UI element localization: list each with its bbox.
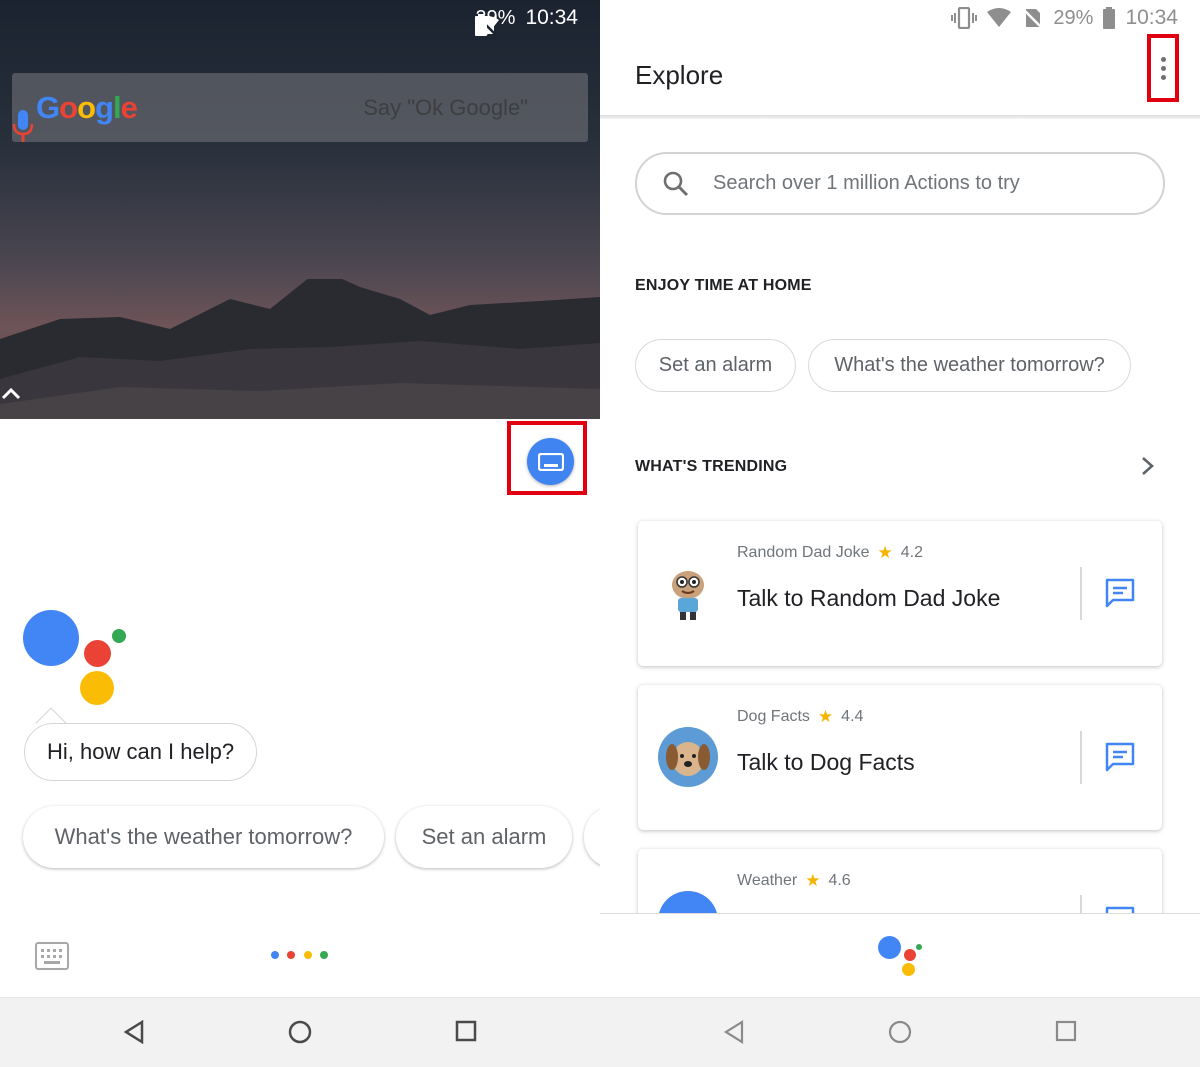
chat-icon[interactable] <box>1104 741 1136 773</box>
battery-icon <box>475 14 488 36</box>
card-divider <box>1080 731 1082 784</box>
back-icon[interactable] <box>723 1020 745 1044</box>
assistant-panel: 29% 10:34 Google Say "Ok Google" Hi, how… <box>0 0 600 1067</box>
search-placeholder: Search over 1 million Actions to try <box>713 172 1020 194</box>
status-bar: 29% 10:34 <box>475 0 578 36</box>
back-icon[interactable] <box>123 1020 145 1044</box>
google-logo: Google <box>36 89 138 125</box>
star-icon: ★ <box>877 543 893 562</box>
battery-percent: 29% <box>1053 6 1094 29</box>
google-search-widget[interactable]: Google Say "Ok Google" <box>12 73 588 142</box>
keyboard-icon <box>537 452 564 471</box>
recents-icon[interactable] <box>455 1020 477 1042</box>
wifi-icon <box>987 8 1012 27</box>
actions-search-input[interactable]: Search over 1 million Actions to try <box>635 152 1165 215</box>
action-card-dad-joke[interactable]: Random Dad Joke ★ 4.2 Talk to Random Dad J… <box>638 521 1162 666</box>
card-divider <box>1080 567 1082 620</box>
dog-facts-avatar <box>658 727 718 787</box>
search-icon <box>663 171 689 196</box>
mic-icon[interactable] <box>12 110 34 142</box>
action-meta: Dog Facts ★ 4.4 <box>737 707 864 726</box>
suggestion-chip-alarm[interactable]: Set an alarm <box>396 806 572 868</box>
vibrate-icon <box>951 7 978 29</box>
clock: 10:34 <box>1125 6 1178 29</box>
page-title: Explore <box>635 60 724 90</box>
battery-icon <box>1103 7 1116 29</box>
dad-joke-avatar <box>672 571 704 620</box>
star-icon: ★ <box>805 871 821 890</box>
clock: 10:34 <box>525 6 578 29</box>
chevron-right-icon[interactable] <box>1140 455 1156 477</box>
explore-panel: 29% 10:34 Explore Search over 1 million … <box>600 0 1200 1067</box>
star-icon: ★ <box>817 707 834 726</box>
explore-chip-alarm[interactable]: Set an alarm <box>635 339 796 392</box>
chevron-up-icon[interactable] <box>0 386 22 400</box>
status-bar: 29% 10:34 <box>951 0 1178 36</box>
assistant-greeting-bubble: Hi, how can I help? <box>24 723 258 781</box>
voice-search-hint: Say "Ok Google" <box>363 94 528 120</box>
section-heading-home: ENJOY TIME AT HOME <box>635 277 812 294</box>
system-nav-bar <box>600 997 1200 1067</box>
keyboard-toggle-button[interactable] <box>527 438 574 485</box>
suggestion-chip-weather[interactable]: What's the weather tomorrow? <box>23 806 384 868</box>
section-heading-trending: WHAT'S TRENDING <box>635 458 788 475</box>
action-meta: Random Dad Joke ★ 4.2 <box>737 543 924 562</box>
explore-chip-weather[interactable]: What's the weather tomorrow? <box>808 339 1131 392</box>
header-divider <box>600 115 1200 119</box>
keyboard-icon[interactable] <box>35 942 69 970</box>
action-meta: Weather ★ 4.6 <box>737 871 851 890</box>
system-nav-bar <box>0 997 600 1067</box>
chat-icon[interactable] <box>1104 577 1136 609</box>
mountain-silhouette <box>0 279 600 419</box>
overflow-menu-icon[interactable] <box>1161 57 1167 84</box>
action-title: Talk to Dog Facts <box>737 749 915 775</box>
action-title: Talk to Random Dad Joke <box>737 585 1001 611</box>
recents-icon[interactable] <box>1055 1020 1077 1042</box>
home-icon[interactable] <box>888 1020 912 1044</box>
greeting-text: Hi, how can I help? <box>47 739 235 764</box>
suggestion-chip-partial[interactable] <box>584 806 600 868</box>
no-sim-icon <box>1022 8 1044 29</box>
action-card-dog-facts[interactable]: Dog Facts ★ 4.4 Talk to Dog Facts <box>638 685 1162 830</box>
assistant-bottom-bar <box>600 914 1200 997</box>
home-icon[interactable] <box>288 1020 312 1044</box>
home-wallpaper: 29% 10:34 Google Say "Ok Google" <box>0 0 600 419</box>
